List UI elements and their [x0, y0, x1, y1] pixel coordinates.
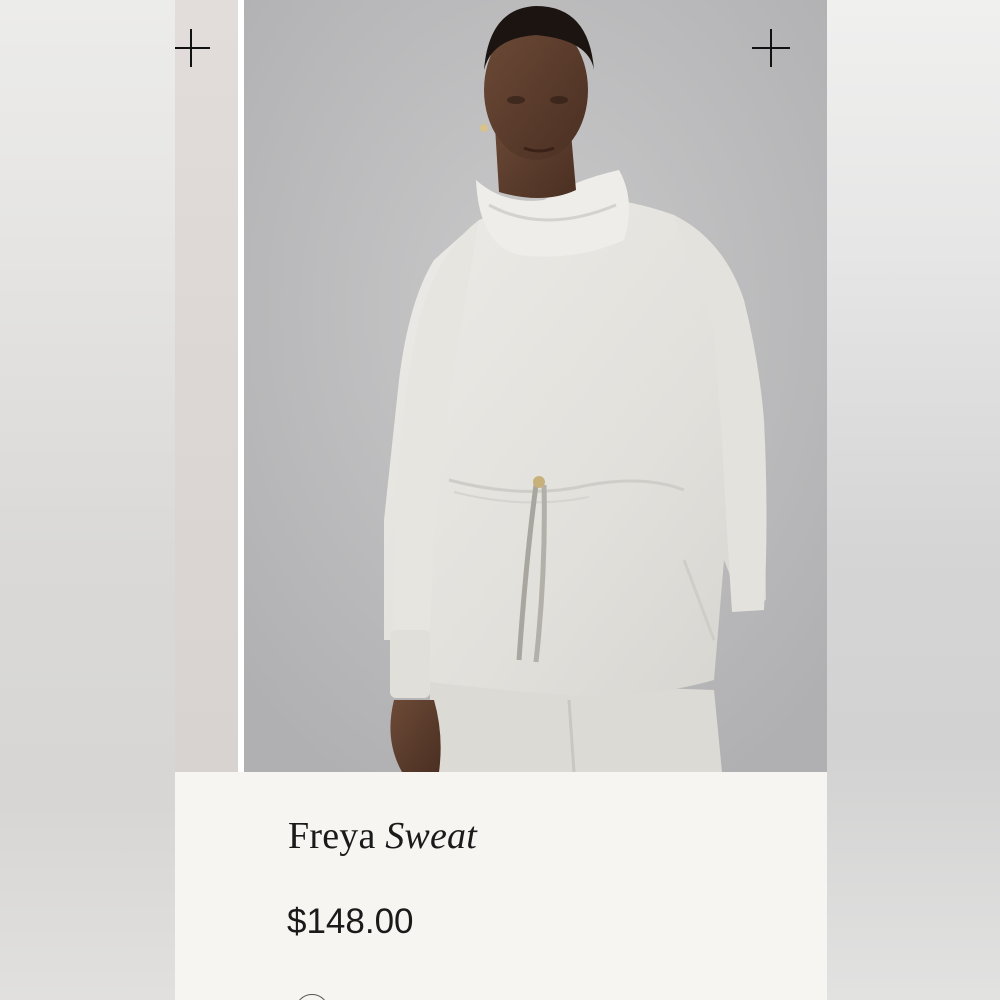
- product-image[interactable]: [244, 0, 827, 772]
- model-photo: [244, 0, 827, 772]
- product-title-plain: Freya: [288, 815, 376, 857]
- product-card: Freya Sweat $148.00: [175, 0, 827, 1000]
- product-title[interactable]: Freya Sweat: [288, 814, 477, 858]
- screen: Freya Sweat $148.00: [0, 0, 1000, 1000]
- blurred-right-background: [827, 0, 1000, 1000]
- product-title-italic: Sweat: [385, 815, 478, 857]
- product-price: $148.00: [287, 902, 414, 941]
- previous-product-image[interactable]: [175, 0, 238, 772]
- plus-icon[interactable]: [752, 29, 790, 67]
- plus-icon[interactable]: [175, 29, 210, 67]
- color-swatch[interactable]: [295, 994, 329, 1000]
- blurred-left-background: [0, 0, 175, 1000]
- product-info: Freya Sweat $148.00: [175, 772, 827, 1000]
